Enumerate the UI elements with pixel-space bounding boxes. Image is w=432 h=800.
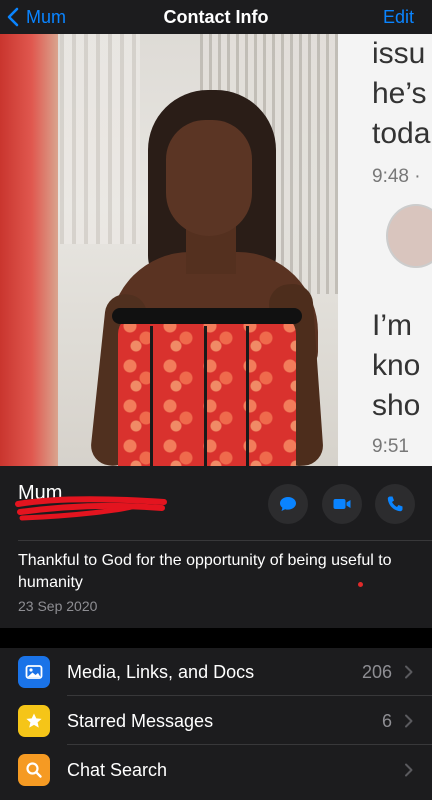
about-status: Thankful to God for the opportunity of b… — [18, 552, 392, 591]
photo-chat-line: I’m — [372, 309, 412, 342]
divider — [67, 695, 432, 696]
profile-photo[interactable]: issu he’s toda 9:48 · I’m kno sho 9:51 — [0, 34, 432, 466]
photo-chat-time: 9:51 — [372, 436, 409, 457]
list-item-label: Starred Messages — [67, 711, 214, 731]
contact-options-list: Media, Links, and Docs 206 Starred Messa… — [0, 648, 432, 800]
photo-dress-seam — [150, 326, 153, 466]
chevron-right-icon — [405, 665, 413, 679]
photo-chat-line: kno — [372, 349, 421, 382]
page-title: Contact Info — [163, 7, 269, 27]
photo-chat-line: issu — [372, 37, 426, 70]
photo-background-left — [0, 34, 58, 466]
photo-dress-lace — [112, 308, 302, 324]
message-button[interactable] — [268, 484, 308, 524]
photo-chat-line: sho — [372, 389, 421, 422]
message-icon — [280, 497, 296, 511]
photo-chat-line: he’s — [372, 77, 427, 110]
phone-icon — [387, 496, 403, 512]
list-item-chat-search[interactable]: Chat Search — [0, 746, 432, 794]
divider — [67, 744, 432, 745]
photo-dress-seam — [204, 326, 207, 466]
red-dot-mark — [358, 582, 363, 587]
edit-button[interactable]: Edit — [383, 0, 414, 34]
divider — [18, 540, 432, 541]
photo-chat-line: toda — [372, 117, 431, 150]
photo-dress-seam — [246, 326, 249, 466]
list-item-label: Media, Links, and Docs — [67, 662, 255, 682]
video-call-button[interactable] — [322, 484, 362, 524]
photo-person-face — [166, 120, 252, 236]
chevron-right-icon — [405, 763, 413, 777]
photo-curtain-left — [60, 34, 140, 244]
about-status-date: 23 Sep 2020 — [18, 598, 98, 614]
search-icon — [18, 754, 50, 786]
photo-icon — [18, 656, 50, 688]
voice-call-button[interactable] — [375, 484, 415, 524]
photo-chat-time: 9:48 · — [372, 166, 421, 187]
star-icon — [18, 705, 50, 737]
navigation-bar: Mum Contact Info Edit — [0, 0, 432, 34]
chevron-right-icon — [405, 714, 413, 728]
list-item-media[interactable]: Media, Links, and Docs 206 — [0, 648, 432, 696]
list-item-count: 206 — [361, 662, 392, 682]
video-icon — [333, 499, 351, 509]
list-item-starred[interactable]: Starred Messages 6 — [0, 697, 432, 745]
redaction-scribble — [15, 496, 167, 521]
photo-person-dress — [118, 314, 296, 466]
list-item-count: 6 — [381, 711, 392, 731]
list-item-label: Chat Search — [67, 760, 168, 780]
